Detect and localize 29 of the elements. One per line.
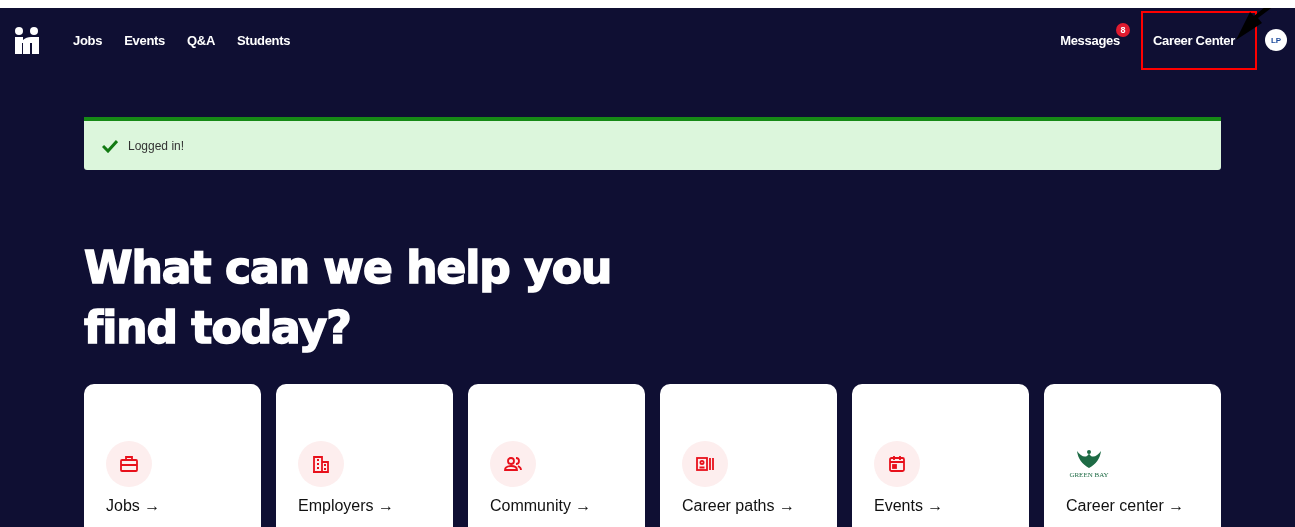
page-heading: What can we help you find today? — [84, 241, 613, 355]
check-icon — [102, 138, 118, 153]
logo-icon[interactable] — [14, 26, 40, 54]
briefcase-icon — [119, 454, 139, 474]
nav-link[interactable]: Students — [226, 32, 302, 48]
id-card-icon — [695, 454, 715, 474]
card-link[interactable]: Community → — [490, 497, 645, 515]
user-avatar[interactable]: LP — [1265, 29, 1287, 51]
card-link[interactable]: Career paths → — [682, 497, 837, 515]
bird-logo-icon — [1076, 449, 1102, 471]
building-icon — [311, 454, 331, 474]
notification-badge: 8 — [1115, 22, 1130, 37]
category-card[interactable]: Employers → — [276, 384, 453, 527]
nav-link[interactable]: Career Center — [1142, 12, 1255, 68]
category-card[interactable]: Career paths → — [660, 384, 837, 527]
people-icon — [503, 454, 523, 474]
alert-message: Logged in! — [128, 138, 185, 153]
card-link[interactable]: Employers → — [298, 497, 453, 515]
category-card[interactable]: Events → — [852, 384, 1029, 527]
messages-link[interactable]: Messages 8 — [1049, 13, 1131, 67]
calendar-icon — [887, 454, 907, 474]
category-card[interactable]: Community → — [468, 384, 645, 527]
card-link[interactable]: Career center → — [1066, 497, 1221, 515]
card-link[interactable]: Jobs → — [106, 497, 261, 515]
category-card[interactable]: Jobs → — [84, 384, 261, 527]
card-link[interactable]: Events → — [874, 497, 1029, 515]
nav-link[interactable]: Jobs — [62, 32, 114, 48]
nav-link[interactable]: Events — [113, 32, 176, 48]
nav-link[interactable]: Q&A — [176, 32, 226, 48]
